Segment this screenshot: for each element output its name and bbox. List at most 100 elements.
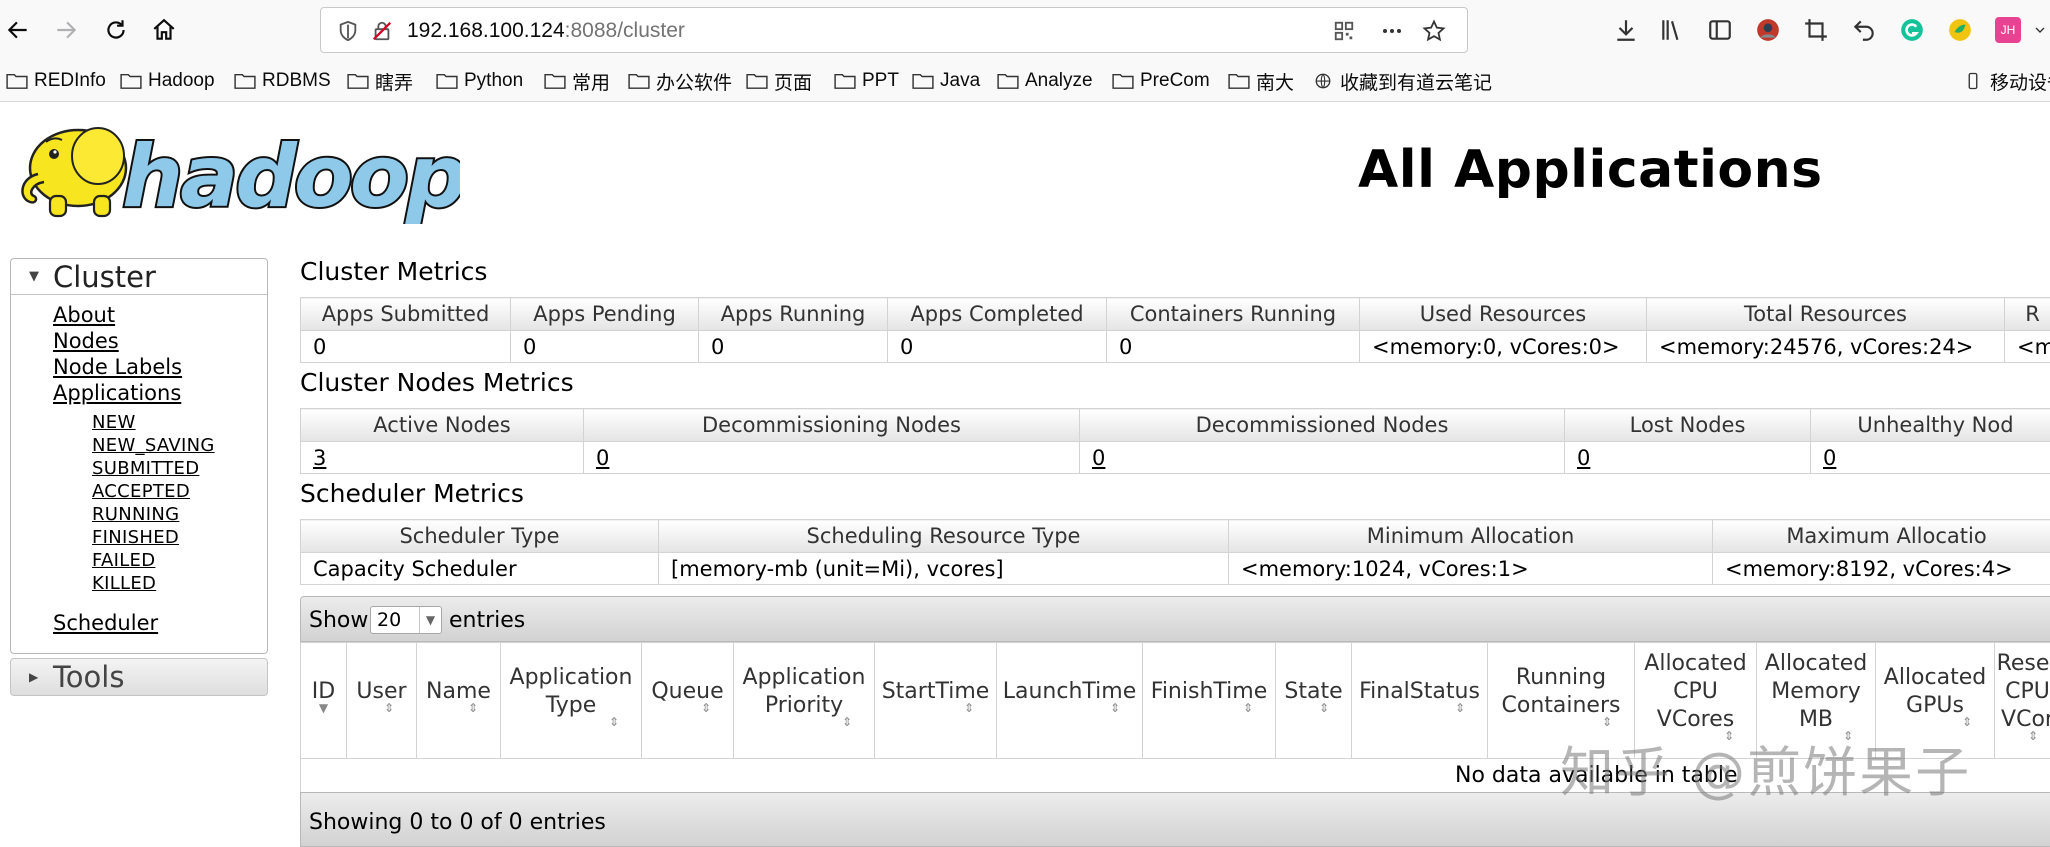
decommissioned-nodes-link[interactable]: 0 — [1079, 441, 1565, 474]
bookmark-label: PPT — [862, 70, 899, 91]
bookmark-item[interactable]: Hadoop — [120, 68, 215, 94]
column-header[interactable]: ReserCPUVCor⇕ — [1994, 642, 2050, 759]
profile-avatar[interactable]: JH — [1992, 14, 2024, 46]
bookmark-item[interactable]: 办公软件 — [628, 68, 732, 94]
bookmark-item[interactable]: Java — [912, 68, 980, 94]
sidebar-link-scheduler[interactable]: Scheduler — [53, 611, 158, 635]
url-text[interactable]: 192.168.100.124:8088/cluster — [407, 19, 685, 43]
sidebar-app-state-new-saving[interactable]: NEW_SAVING — [92, 435, 215, 456]
sidebar-app-state-running[interactable]: RUNNING — [92, 504, 179, 525]
column-header[interactable]: Minimum Allocation — [1228, 519, 1713, 553]
column-header[interactable]: State ⇕ — [1275, 642, 1352, 759]
home-button[interactable] — [144, 10, 184, 50]
sidebar-link-nodes[interactable]: Nodes — [53, 329, 119, 353]
column-header[interactable]: Decommissioning Nodes — [583, 408, 1080, 442]
download-icon[interactable] — [1610, 14, 1642, 46]
tools-accordion-header[interactable]: ▶ Tools — [10, 658, 268, 696]
column-header[interactable]: FinishTime ⇕ — [1142, 642, 1276, 759]
sidebar-app-state-finished[interactable]: FINISHED — [92, 527, 179, 548]
back-button[interactable] — [0, 10, 38, 50]
sidebar-link-about[interactable]: About — [53, 303, 115, 327]
library-icon[interactable] — [1656, 14, 1688, 46]
column-header[interactable]: Application Priority ⇕ — [733, 642, 875, 759]
overflow-chevron-icon[interactable] — [2030, 14, 2050, 46]
column-header[interactable]: Containers Running — [1106, 297, 1360, 331]
bookmark-item[interactable]: 页面 — [746, 68, 812, 94]
hadoop-logo[interactable]: hadoop — [10, 112, 470, 229]
reload-button[interactable] — [96, 10, 136, 50]
insecure-lock-icon[interactable] — [369, 18, 395, 44]
unhealthy-nodes-link[interactable]: 0 — [1810, 441, 2050, 474]
extension-leaf-icon[interactable] — [1944, 14, 1976, 46]
bookmarks-bar: REDInfo Hadoop RDBMS 瞎弄 Python 常用 办公软件 页面 PPT Jav… — [0, 60, 2050, 102]
column-header[interactable]: Scheduling Resource Type — [658, 519, 1229, 553]
column-header[interactable]: Application Type ⇕ — [500, 642, 642, 759]
bookmark-item[interactable]: 收藏到有道云笔记 — [1312, 68, 1492, 94]
undo-icon[interactable] — [1848, 14, 1880, 46]
page-length-select[interactable]: 20 ▼ — [370, 606, 442, 634]
column-header[interactable]: User ⇕ — [346, 642, 417, 759]
column-header[interactable]: Apps Pending — [510, 297, 699, 331]
column-header-label: Memory — [1771, 678, 1861, 704]
forward-button[interactable] — [46, 10, 86, 50]
column-header-label: CPU — [1673, 678, 1718, 704]
bookmark-item[interactable]: Python — [436, 68, 523, 94]
folder-icon — [347, 73, 369, 89]
column-header[interactable]: Apps Submitted — [300, 297, 511, 331]
column-header[interactable]: LaunchTime ⇕ — [996, 642, 1143, 759]
decommissioning-nodes-link[interactable]: 0 — [583, 441, 1080, 474]
extension-avatar-icon[interactable] — [1752, 14, 1784, 46]
column-header[interactable]: R — [2004, 297, 2050, 331]
page-actions-icon[interactable] — [1379, 18, 1405, 44]
qr-code-icon[interactable] — [1331, 18, 1357, 44]
column-header[interactable]: FinalStatus ⇕ — [1351, 642, 1488, 759]
column-header-label: Name — [426, 678, 491, 704]
bookmark-item[interactable]: 移动设备 — [1962, 68, 2050, 94]
column-header[interactable]: Name ⇕ — [416, 642, 501, 759]
column-header[interactable]: ID ▼ — [300, 642, 347, 759]
bookmark-item[interactable]: 常用 — [544, 68, 610, 94]
column-header[interactable]: Queue ⇕ — [641, 642, 734, 759]
bookmark-label: Java — [940, 70, 981, 91]
bookmark-item[interactable]: 南大 — [1228, 68, 1294, 94]
column-header[interactable]: StartTime ⇕ — [874, 642, 997, 759]
tracking-shield-icon[interactable] — [335, 18, 361, 44]
sidebar-link-node-labels[interactable]: Node Labels — [53, 355, 182, 379]
column-header[interactable]: Used Resources — [1359, 297, 1647, 331]
sidebar-app-state-submitted[interactable]: SUBMITTED — [92, 458, 199, 479]
sidebar-toggle-icon[interactable] — [1704, 14, 1736, 46]
bookmark-item[interactable]: PreCom — [1112, 68, 1210, 94]
column-header[interactable]: Lost Nodes — [1564, 408, 1811, 442]
sidebar-app-state-killed[interactable]: KILLED — [92, 573, 156, 594]
column-header-label: User — [356, 678, 407, 704]
column-header[interactable]: Scheduler Type — [300, 519, 659, 553]
bookmark-item[interactable]: 瞎弄 — [347, 68, 413, 94]
lost-nodes-link[interactable]: 0 — [1564, 441, 1811, 474]
bookmark-item[interactable]: Analyze — [997, 68, 1093, 94]
column-header[interactable]: Unhealthy Nod — [1810, 408, 2050, 442]
column-header-label: LaunchTime — [1002, 678, 1137, 704]
column-header[interactable]: Active Nodes — [300, 408, 584, 442]
sidebar-app-state-failed[interactable]: FAILED — [92, 550, 155, 571]
url-bar[interactable]: 192.168.100.124:8088/cluster — [320, 7, 1468, 53]
column-header[interactable]: Apps Running — [698, 297, 888, 331]
bookmark-item[interactable]: REDInfo — [6, 68, 106, 94]
bookmark-item[interactable]: RDBMS — [234, 68, 331, 94]
column-header[interactable]: Total Resources — [1646, 297, 2005, 331]
column-header[interactable]: Decommissioned Nodes — [1079, 408, 1565, 442]
column-header-label: Type — [545, 692, 597, 718]
sidebar-link-applications[interactable]: Applications — [53, 381, 181, 405]
column-header[interactable]: Maximum Allocatio — [1712, 519, 2050, 553]
folder-icon — [1112, 73, 1134, 89]
bookmark-item[interactable]: PPT — [834, 68, 899, 94]
metric-value: [memory-mb (unit=Mi), vcores] — [658, 552, 1229, 585]
column-header[interactable]: Apps Completed — [887, 297, 1107, 331]
active-nodes-link[interactable]: 3 — [300, 441, 584, 474]
reload-icon — [107, 20, 125, 39]
crop-screenshot-icon[interactable] — [1800, 14, 1832, 46]
sidebar-app-state-new[interactable]: NEW — [92, 412, 136, 433]
grammarly-icon[interactable] — [1896, 14, 1928, 46]
cluster-accordion-header[interactable]: ▼ Cluster — [11, 259, 267, 295]
bookmark-star-icon[interactable] — [1421, 18, 1447, 44]
sidebar-app-state-accepted[interactable]: ACCEPTED — [92, 481, 190, 502]
